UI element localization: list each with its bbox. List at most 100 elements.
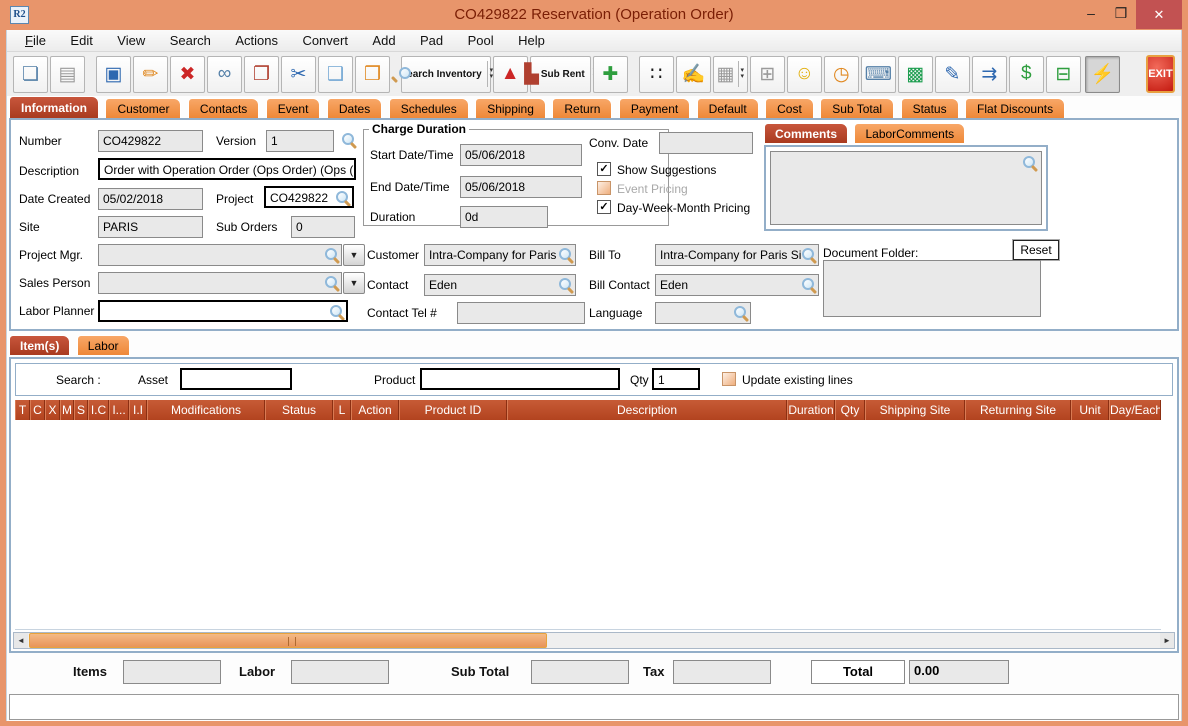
scrollbar-thumb[interactable] (29, 633, 547, 648)
copy-button[interactable]: ❑ (318, 55, 353, 93)
project-lookup-icon[interactable] (335, 190, 351, 206)
sales-person-field[interactable] (98, 272, 342, 294)
contact-field[interactable]: Eden (424, 274, 576, 296)
col-ii[interactable]: I.I (129, 400, 147, 420)
notes-button[interactable]: ✍ (675, 55, 711, 93)
description-field[interactable]: Order with Operation Order (Ops Order) (… (98, 158, 356, 180)
col-product-id[interactable]: Product ID (399, 400, 507, 420)
customer-field[interactable]: Intra-Company for Paris Si (424, 244, 576, 266)
money-transfer-button[interactable]: ⇉ (971, 55, 1007, 93)
close-button[interactable]: ✕ (1136, 0, 1182, 29)
menu-add[interactable]: Add (362, 30, 405, 52)
project-mgr-dropdown[interactable]: ▼ (343, 244, 365, 266)
convert-button[interactable]: ❐ (244, 55, 279, 93)
project-mgr-field[interactable] (98, 244, 342, 266)
col-c[interactable]: C (30, 400, 45, 420)
search-inventory-button[interactable]: Search Inventory ▾ ▾ (399, 55, 493, 93)
calendar-dropdown[interactable]: ▾ ▾ (737, 61, 744, 87)
product-input[interactable] (420, 368, 620, 390)
menu-pool[interactable]: Pool (458, 30, 504, 52)
feedback-button[interactable]: ☺ (786, 55, 822, 93)
tab-sub-total[interactable]: Sub Total (820, 98, 895, 118)
language-field[interactable] (655, 302, 751, 324)
contact-lookup-icon[interactable] (558, 277, 574, 293)
menu-file[interactable]: File (15, 30, 56, 52)
edit-note-button[interactable]: ✎ (934, 55, 970, 93)
tab-shipping[interactable]: Shipping (475, 98, 546, 118)
col-action[interactable]: Action (351, 400, 399, 420)
tab-event[interactable]: Event (265, 98, 321, 118)
items-grid-body[interactable] (15, 420, 1161, 630)
project-field[interactable]: CO429822 (264, 186, 354, 208)
bill-to-field[interactable]: Intra-Company for Paris Si (655, 244, 819, 266)
scroll-left-icon[interactable]: ◄ (14, 633, 28, 648)
menu-actions[interactable]: Actions (225, 30, 288, 52)
col-modifications[interactable]: Modifications (147, 400, 265, 420)
tab-default[interactable]: Default (696, 98, 759, 118)
version-lookup-icon[interactable] (341, 132, 357, 148)
save-button[interactable]: ▣ (96, 55, 131, 93)
print-button[interactable]: ▤ (50, 55, 85, 93)
tab-labor-comments[interactable]: LaborComments (854, 123, 966, 143)
col-status[interactable]: Status (265, 400, 333, 420)
add-line-button[interactable]: ✚ (592, 55, 628, 93)
col-m[interactable]: M (60, 400, 74, 420)
dwm-pricing-checkbox[interactable]: ✓ (597, 200, 611, 214)
maximize-button[interactable]: ❒ (1106, 0, 1136, 28)
comments-lookup-icon[interactable] (1022, 155, 1038, 171)
col-shipping-site[interactable]: Shipping Site (865, 400, 965, 420)
col-ic[interactable]: I.C (88, 400, 109, 420)
menu-convert[interactable]: Convert (292, 30, 358, 52)
history-folder-button[interactable]: ◷ (823, 55, 859, 93)
asset-input[interactable] (180, 368, 292, 390)
tab-comments[interactable]: Comments (764, 123, 849, 143)
edit-button[interactable]: ✏ (133, 55, 168, 93)
col-l[interactable]: L (333, 400, 351, 420)
col-description[interactable]: Description (507, 400, 787, 420)
menu-view[interactable]: View (107, 30, 155, 52)
pool-button[interactable]: ∷ (638, 55, 674, 93)
customer-lookup-icon[interactable] (558, 247, 574, 263)
labor-planner-lookup-icon[interactable] (329, 304, 345, 320)
sales-person-lookup-icon[interactable] (324, 275, 340, 291)
col-day-each[interactable]: Day/Each (1109, 400, 1161, 420)
col-unit[interactable]: Unit (1071, 400, 1109, 420)
menu-search[interactable]: Search (160, 30, 221, 52)
col-returning-site[interactable]: Returning Site (965, 400, 1071, 420)
horizontal-scrollbar[interactable]: ◄ ► (13, 632, 1175, 649)
hierarchy-button[interactable]: ⊞ (749, 55, 785, 93)
sales-person-dropdown[interactable]: ▼ (343, 272, 365, 294)
bill-contact-field[interactable]: Eden (655, 274, 819, 296)
inventory-cubes-button[interactable]: ▩ (897, 55, 933, 93)
tab-information[interactable]: Information (9, 96, 99, 118)
tab-items[interactable]: Item(s) (9, 335, 71, 355)
tab-labor[interactable]: Labor (76, 335, 130, 355)
bill-contact-lookup-icon[interactable] (801, 277, 817, 293)
delivery-button[interactable]: ⊟ (1045, 55, 1081, 93)
reset-button[interactable]: Reset (1012, 239, 1060, 261)
calendar-button[interactable]: ▦ ▾ ▾ (712, 55, 748, 93)
menu-help[interactable]: Help (508, 30, 555, 52)
find-button[interactable]: ∞ (207, 55, 242, 93)
col-x[interactable]: X (45, 400, 60, 420)
graphics-button[interactable]: ▲ (492, 55, 528, 93)
keyboard-button[interactable]: ⌨ (860, 55, 896, 93)
paste-button[interactable]: ❒ (355, 55, 390, 93)
scroll-right-icon[interactable]: ► (1160, 633, 1174, 648)
comments-textarea[interactable] (770, 151, 1042, 225)
labor-planner-field[interactable] (98, 300, 348, 322)
tab-customer[interactable]: Customer (105, 98, 182, 118)
tab-flat-discounts[interactable]: Flat Discounts (965, 98, 1066, 118)
menu-pad[interactable]: Pad (410, 30, 453, 52)
document-folder-textarea[interactable] (823, 260, 1041, 317)
col-qty[interactable]: Qty (835, 400, 865, 420)
bill-to-lookup-icon[interactable] (801, 247, 817, 263)
col-i2[interactable]: I... (109, 400, 129, 420)
col-s[interactable]: S (74, 400, 88, 420)
tab-status[interactable]: Status (900, 98, 959, 118)
tab-payment[interactable]: Payment (618, 98, 691, 118)
language-lookup-icon[interactable] (733, 305, 749, 321)
quick-action-button[interactable]: ⚡ (1084, 55, 1120, 93)
delete-button[interactable]: ✖ (170, 55, 205, 93)
menu-edit[interactable]: Edit (60, 30, 102, 52)
